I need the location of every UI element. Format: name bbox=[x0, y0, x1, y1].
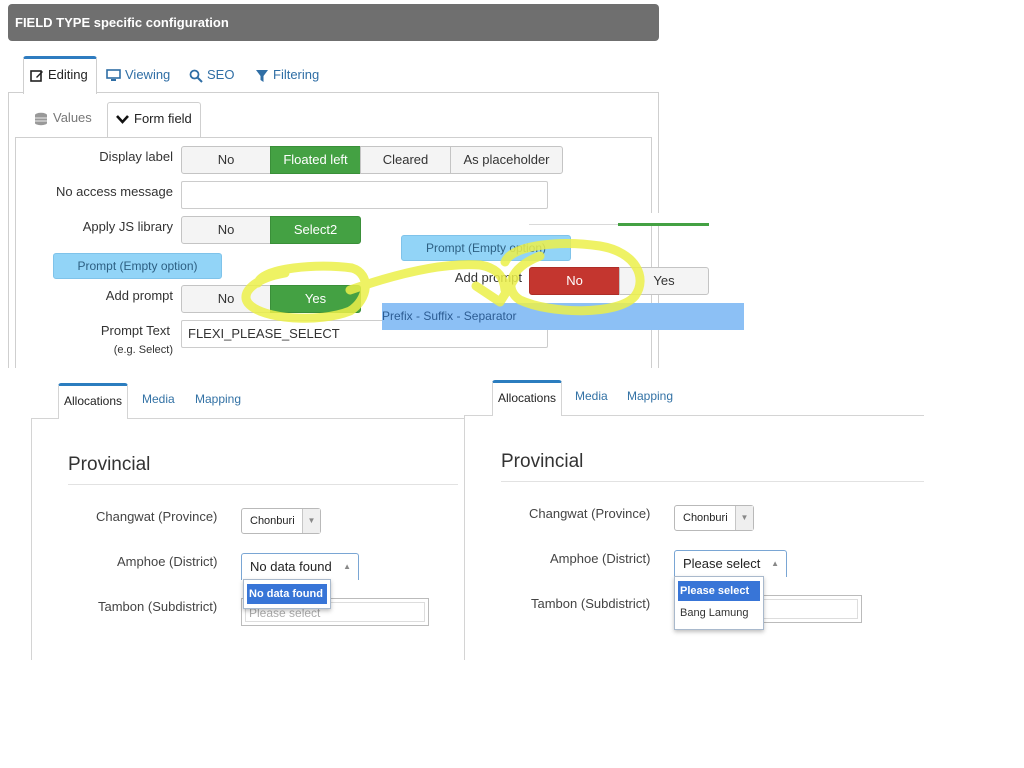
database-icon bbox=[34, 110, 53, 125]
add-prompt-label: Add prompt bbox=[105, 288, 173, 303]
left-tab-allocations[interactable]: Allocations bbox=[58, 383, 129, 419]
no-access-message-input[interactable] bbox=[181, 181, 548, 209]
right-province-label: Changwat (Province) bbox=[529, 506, 651, 521]
left-district-dropdown: No data found bbox=[243, 579, 331, 609]
overlay-add-prompt-yes-button[interactable]: Yes bbox=[619, 267, 709, 295]
display-label-cleared-button[interactable]: Cleared bbox=[360, 146, 451, 174]
left-district-option[interactable]: No data found bbox=[247, 584, 327, 604]
overlay-add-prompt-label: Add prompt bbox=[454, 270, 522, 285]
left-allocations-panel: Allocations Media Mapping Provincial Cha… bbox=[11, 368, 465, 660]
display-label-floated-left-button[interactable]: Floated left bbox=[270, 146, 361, 174]
left-tab-mapping[interactable]: Mapping bbox=[195, 383, 241, 418]
tab-form-field[interactable]: Form field bbox=[107, 102, 201, 138]
overlay-green-edge bbox=[618, 223, 709, 226]
left-subdistrict-label: Tambon (Subdistrict) bbox=[98, 599, 218, 614]
overlay-prompt-pill: Prompt (Empty option) bbox=[401, 235, 571, 261]
overlay-add-prompt-no-button[interactable]: No bbox=[529, 267, 620, 295]
display-label-no-button[interactable]: No bbox=[181, 146, 271, 174]
top-tabs: Editing Viewing SEO Filtering bbox=[8, 56, 659, 94]
edit-icon bbox=[30, 67, 48, 82]
tab-filtering[interactable]: Filtering bbox=[255, 56, 319, 93]
tab-seo-label: SEO bbox=[207, 67, 235, 82]
overlay-prefix-suffix-strip: Prefix - Suffix - Separator bbox=[382, 303, 744, 330]
add-prompt-no-button[interactable]: No bbox=[181, 285, 271, 313]
add-prompt-yes-button[interactable]: Yes bbox=[270, 285, 361, 313]
tab-viewing-label: Viewing bbox=[125, 67, 171, 82]
left-district-value: No data found bbox=[250, 559, 332, 574]
tab-seo[interactable]: SEO bbox=[189, 56, 234, 93]
right-section-divider bbox=[501, 481, 924, 482]
left-tab-media[interactable]: Media bbox=[142, 383, 175, 418]
search-icon bbox=[189, 67, 207, 83]
js-library-select2-button[interactable]: Select2 bbox=[270, 216, 361, 244]
right-subdistrict-label: Tambon (Subdistrict) bbox=[531, 596, 651, 611]
right-tab-allocations[interactable]: Allocations bbox=[492, 380, 563, 416]
right-district-dropdown: Please select Bang Lamung bbox=[674, 576, 764, 630]
left-province-label: Changwat (Province) bbox=[96, 509, 218, 524]
right-district-label: Amphoe (District) bbox=[550, 551, 651, 566]
display-label-placeholder-button[interactable]: As placeholder bbox=[450, 146, 563, 174]
left-province-caret-icon: ▼ bbox=[302, 509, 320, 533]
right-allocations-panel: Allocations Media Mapping Provincial Cha… bbox=[464, 368, 924, 660]
right-district-select[interactable]: Please select ▲ bbox=[674, 550, 787, 577]
left-district-label: Amphoe (District) bbox=[117, 554, 218, 569]
left-district-select[interactable]: No data found ▲ bbox=[241, 553, 359, 580]
no-access-message-label: No access message bbox=[55, 184, 173, 199]
overlay-backdrop bbox=[529, 213, 709, 226]
filter-icon bbox=[255, 67, 273, 82]
right-tab-mapping[interactable]: Mapping bbox=[627, 380, 673, 415]
section-header: FIELD TYPE specific configuration bbox=[8, 4, 659, 41]
tab-viewing[interactable]: Viewing bbox=[106, 56, 170, 93]
right-section-title: Provincial bbox=[501, 451, 584, 472]
right-district-value: Please select bbox=[683, 556, 761, 571]
tab-filtering-label: Filtering bbox=[273, 67, 320, 82]
js-library-no-button[interactable]: No bbox=[181, 216, 271, 244]
left-province-select[interactable]: Chonburi ▼ bbox=[241, 508, 321, 534]
right-district-option-please-select[interactable]: Please select bbox=[678, 581, 760, 601]
right-district-caret-icon: ▲ bbox=[771, 559, 779, 568]
right-province-value: Chonburi bbox=[683, 512, 728, 524]
tab-values-label: Values bbox=[53, 110, 92, 125]
tab-editing-label: Editing bbox=[48, 67, 88, 82]
prompt-text-label: Prompt Text bbox=[100, 323, 170, 338]
tab-editing[interactable]: Editing bbox=[23, 56, 97, 94]
prompt-empty-option-pill: Prompt (Empty option) bbox=[53, 253, 222, 279]
monitor-icon bbox=[106, 67, 125, 82]
left-district-caret-icon: ▲ bbox=[343, 562, 351, 571]
display-label-label: Display label bbox=[99, 149, 173, 164]
tab-values[interactable]: Values bbox=[34, 102, 92, 136]
js-library-label: Apply JS library bbox=[82, 219, 173, 234]
chevron-down-icon bbox=[116, 111, 134, 126]
prompt-text-hint: (e.g. Select) bbox=[113, 344, 173, 356]
left-section-divider bbox=[68, 484, 458, 485]
right-province-select[interactable]: Chonburi ▼ bbox=[674, 505, 754, 531]
tab-form-field-label: Form field bbox=[134, 111, 192, 126]
right-tab-media[interactable]: Media bbox=[575, 380, 608, 415]
right-province-caret-icon: ▼ bbox=[735, 506, 753, 530]
right-district-option-bang-lamung[interactable]: Bang Lamung bbox=[678, 603, 760, 623]
left-section-title: Provincial bbox=[68, 454, 151, 475]
left-province-value: Chonburi bbox=[250, 515, 295, 527]
